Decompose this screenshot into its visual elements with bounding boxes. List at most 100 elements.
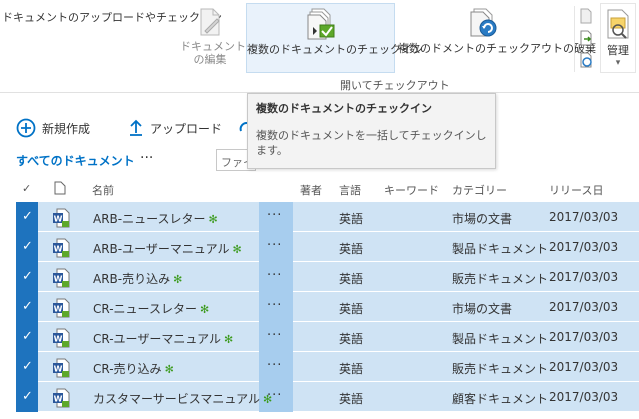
- document-name-link[interactable]: CR-売り込み ✻: [93, 360, 174, 377]
- new-item-icon: ✻: [208, 213, 218, 226]
- document-name: ARB-売り込み: [93, 272, 171, 286]
- row-checkbox[interactable]: ✓: [22, 299, 33, 314]
- document-name: CR-売り込み: [93, 362, 162, 376]
- column-category[interactable]: カテゴリー: [452, 182, 507, 198]
- document-name-link[interactable]: ARB-売り込み ✻: [93, 270, 182, 287]
- new-button[interactable]: 新規作成: [16, 116, 90, 140]
- row-release-date: 2017/03/03: [549, 390, 619, 404]
- plus-circle-icon: [16, 118, 36, 138]
- column-name[interactable]: 名前: [92, 182, 114, 198]
- svg-text:W: W: [54, 245, 63, 254]
- document-name-link[interactable]: CR-ユーザーマニュアル ✻: [93, 330, 233, 347]
- ribbon-separator: [574, 6, 575, 72]
- row-checkbox[interactable]: ✓: [22, 269, 33, 284]
- row-more-button[interactable]: ···: [267, 238, 282, 253]
- table-row[interactable]: ✓ W ARB-ニュースレター ✻ ··· 英語 市場の文書 2017/03/03: [0, 202, 639, 232]
- row-checkbox[interactable]: ✓: [22, 239, 33, 254]
- upload-icon: [130, 119, 142, 136]
- table-row[interactable]: ✓ W ARB-ユーザーマニュアル ✻ ··· 英語 製品ドキュメント 2017/03/03: [0, 232, 639, 262]
- column-language[interactable]: 言語: [339, 182, 361, 198]
- upload-button[interactable]: アップロード: [128, 116, 222, 140]
- row-language: 英語: [339, 332, 364, 346]
- document-name-link[interactable]: CR-ニュースレター ✻: [93, 300, 209, 317]
- view-all-documents[interactable]: すべてのドキュメント: [16, 152, 135, 169]
- row-category: 市場の文書: [452, 212, 513, 226]
- document-name: ARB-ユーザーマニュアル: [93, 242, 230, 256]
- row-category: 製品ドキュメント: [452, 332, 549, 346]
- row-checkbox[interactable]: ✓: [22, 359, 33, 374]
- new-item-icon: ✻: [232, 243, 242, 256]
- row-more-button[interactable]: ···: [267, 298, 282, 313]
- new-item-icon: ✻: [173, 273, 183, 286]
- edit-document-button[interactable]: ドキュメント の編集: [180, 6, 246, 66]
- row-language: 英語: [339, 242, 364, 256]
- checkin-multiple-label: 複数のドキュメントのチェックイン: [247, 43, 423, 56]
- row-more-button[interactable]: ···: [267, 388, 282, 403]
- manage-button[interactable]: 管理 ▾: [600, 3, 636, 73]
- column-author[interactable]: 著者: [300, 182, 322, 198]
- row-checkbox[interactable]: ✓: [22, 209, 33, 224]
- row-category: 製品ドキュメント: [452, 242, 549, 256]
- ribbon: ドキュメントのアップロードやチェックイン ドキュメント の編集 複数のドキュメン…: [0, 0, 639, 93]
- document-name: カスタマーサービスマニュアル: [93, 392, 261, 406]
- tooltip-title: 複数のドキュメントのチェックイン: [256, 102, 432, 115]
- svg-text:W: W: [54, 395, 63, 404]
- svg-text:W: W: [54, 275, 63, 284]
- svg-text:W: W: [54, 335, 63, 344]
- row-more-button[interactable]: ···: [267, 208, 282, 223]
- row-category: 顧客ドキュメント: [452, 392, 549, 406]
- svg-text:W: W: [54, 365, 63, 374]
- row-language: 英語: [339, 392, 364, 406]
- ribbon-group-label: 開いてチェックアウト: [340, 79, 450, 92]
- manage-icon: [607, 9, 629, 39]
- manage-label: 管理: [607, 44, 629, 57]
- small-page-icon[interactable]: [578, 8, 594, 24]
- row-more-button[interactable]: ···: [267, 268, 282, 283]
- document-name-link[interactable]: ARB-ニュースレター ✻: [93, 210, 218, 227]
- document-name: CR-ニュースレター: [93, 302, 197, 316]
- file-type-header-icon[interactable]: [54, 181, 66, 195]
- row-language: 英語: [339, 362, 364, 376]
- discard-checkout-button[interactable]: 複数のドメントのチェックアウトの破棄: [398, 3, 596, 73]
- row-more-button[interactable]: ···: [267, 358, 282, 373]
- row-language: 英語: [339, 302, 364, 316]
- edit-document-icon: [200, 8, 220, 36]
- send-to-icon[interactable]: [578, 30, 594, 46]
- column-keywords[interactable]: キーワード: [384, 182, 439, 198]
- row-category: 販売ドキュメント: [452, 272, 549, 286]
- document-name: CR-ユーザーマニュアル: [93, 332, 221, 346]
- table-row[interactable]: ✓ W ARB-売り込み ✻ ··· 英語 販売ドキュメント 2017/03/03: [0, 262, 639, 292]
- new-item-icon: ✻: [199, 303, 210, 316]
- svg-text:W: W: [54, 215, 63, 224]
- table-row[interactable]: ✓ W CR-ユーザーマニュアル ✻ ··· 英語 製品ドキュメント 2017/03/03: [0, 322, 639, 352]
- select-all-checkbox[interactable]: ✓: [22, 182, 31, 195]
- checkin-tooltip: 複数のドキュメントのチェックイン 複数のドキュメントを一括してチェックインします…: [247, 93, 496, 169]
- column-release-date[interactable]: リリース日: [549, 182, 603, 198]
- table-header: ✓ 名前 著者 言語 キーワード カテゴリー リリース日: [0, 178, 639, 200]
- checkin-multiple-button[interactable]: 複数のドキュメントのチェックイン: [246, 3, 423, 73]
- row-checkbox[interactable]: ✓: [22, 329, 33, 344]
- tooltip-body: 複数のドキュメントを一括してチェックインします。: [256, 129, 487, 157]
- document-name-link[interactable]: カスタマーサービスマニュアル ✻: [93, 390, 272, 407]
- word-document-icon: W: [53, 208, 70, 228]
- table-row[interactable]: ✓ W CR-ニュースレター ✻ ··· 英語 市場の文書 2017/03/03: [0, 292, 639, 322]
- row-more-button[interactable]: ···: [267, 328, 282, 343]
- row-release-date: 2017/03/03: [549, 360, 619, 374]
- sync-icon[interactable]: [578, 52, 594, 68]
- svg-text:W: W: [54, 305, 63, 314]
- document-name-link[interactable]: ARB-ユーザーマニュアル ✻: [93, 240, 242, 257]
- table-row[interactable]: ✓ W カスタマーサービスマニュアル ✻ ··· 英語 顧客ドキュメント 2017/03/03: [0, 382, 639, 412]
- new-item-icon: ✻: [223, 333, 234, 346]
- word-document-icon: W: [53, 328, 70, 348]
- word-document-icon: W: [53, 358, 70, 378]
- word-document-icon: W: [53, 268, 70, 288]
- row-release-date: 2017/03/03: [549, 210, 619, 224]
- edit-document-label-2: の編集: [193, 53, 227, 66]
- view-more-button[interactable]: ···: [140, 150, 153, 166]
- word-document-icon: W: [53, 298, 70, 318]
- row-release-date: 2017/03/03: [549, 300, 619, 314]
- table-row[interactable]: ✓ W CR-売り込み ✻ ··· 英語 販売ドキュメント 2017/03/03: [0, 352, 639, 382]
- manage-dropdown-icon: ▾: [615, 58, 621, 68]
- row-checkbox[interactable]: ✓: [22, 389, 33, 404]
- edit-document-label-1: ドキュメント: [180, 40, 246, 53]
